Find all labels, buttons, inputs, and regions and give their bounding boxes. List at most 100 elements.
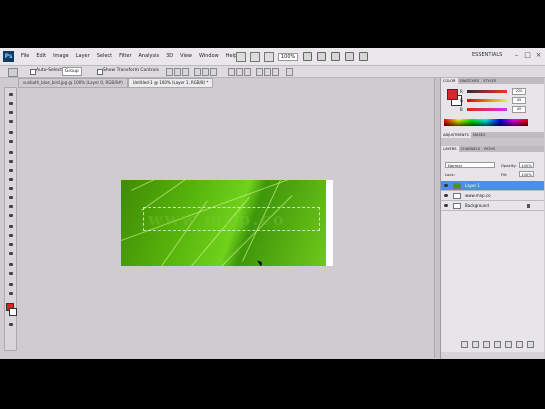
gradient-tool-icon[interactable] — [7, 194, 16, 202]
link-layers-icon[interactable] — [461, 341, 468, 348]
menu-view[interactable]: View — [180, 53, 192, 59]
green-slider[interactable] — [467, 99, 507, 102]
menu-filter[interactable]: Filter — [119, 53, 131, 59]
show-transform-label: Show Transform Controls — [103, 68, 159, 73]
tab-untitled-1[interactable]: Untitled-1 @ 100% (Layer 1, RGB/8) * — [127, 78, 214, 88]
leaf-image: www.mnp.co — [121, 180, 326, 266]
dodge-tool-icon[interactable] — [7, 212, 16, 220]
menu-select[interactable]: Select — [97, 53, 112, 59]
hand-icon[interactable] — [303, 52, 312, 61]
fill-field[interactable]: 100% — [519, 171, 534, 177]
history-brush-tool-icon[interactable] — [7, 176, 16, 184]
layer-row[interactable]: Background — [441, 201, 544, 211]
quick-selection-tool-icon[interactable] — [7, 118, 16, 126]
crop-tool-icon[interactable] — [7, 129, 16, 137]
healing-brush-tool-icon[interactable] — [7, 149, 16, 157]
color-panel: R 220 G 45 B 45 — [441, 84, 544, 132]
align-bottom-icon[interactable] — [182, 68, 189, 76]
visibility-eye-icon[interactable] — [444, 204, 448, 207]
lasso-tool-icon[interactable] — [7, 109, 16, 117]
visibility-eye-icon[interactable] — [444, 184, 448, 187]
layer-row[interactable]: www.mnp.co — [441, 191, 544, 201]
menu-edit[interactable]: Edit — [36, 53, 46, 59]
tab-adjustments[interactable]: ADJUSTMENTS — [441, 132, 471, 138]
blue-slider[interactable] — [467, 108, 507, 111]
distribute-hcenter-icon[interactable] — [264, 68, 271, 76]
quick-mask-icon[interactable] — [7, 321, 16, 329]
hand-tool-icon[interactable] — [7, 281, 16, 289]
green-value[interactable]: 45 — [512, 97, 526, 104]
bridge-icon[interactable] — [236, 52, 246, 62]
align-hcenter-icon[interactable] — [202, 68, 209, 76]
background-color-swatch[interactable] — [9, 308, 17, 316]
brush-tool-icon[interactable] — [7, 158, 16, 166]
menu-3d[interactable]: 3D — [166, 53, 173, 59]
move-tool-preset-icon[interactable] — [8, 68, 18, 77]
visibility-eye-icon[interactable] — [444, 194, 448, 197]
layer-style-icon[interactable] — [472, 341, 479, 348]
new-layer-icon[interactable] — [516, 341, 523, 348]
document-canvas[interactable]: www.mnp.co — [121, 180, 333, 266]
menu-analysis[interactable]: Analysis — [139, 53, 160, 59]
layer-mask-icon[interactable] — [483, 341, 490, 348]
auto-align-icon[interactable] — [286, 68, 293, 76]
clone-stamp-tool-icon[interactable] — [7, 167, 16, 175]
eraser-tool-icon[interactable] — [7, 185, 16, 193]
distribute-bottom-icon[interactable] — [244, 68, 251, 76]
distribute-right-icon[interactable] — [272, 68, 279, 76]
menu-window[interactable]: Window — [199, 53, 219, 59]
maximize-icon[interactable]: □ — [523, 51, 532, 60]
color-spectrum[interactable] — [444, 119, 528, 126]
opacity-field[interactable]: 100% — [519, 162, 534, 168]
menu-layer[interactable]: Layer — [76, 53, 90, 59]
pen-tool-icon[interactable] — [7, 223, 16, 231]
type-tool-icon[interactable] — [7, 232, 16, 240]
zoom-level[interactable]: 100% — [278, 53, 299, 61]
distribute-vcenter-icon[interactable] — [236, 68, 243, 76]
red-slider[interactable] — [467, 90, 507, 93]
extras-icon[interactable] — [264, 52, 274, 62]
layer-name: Layer 1 — [465, 183, 480, 188]
zoom-icon[interactable] — [317, 52, 326, 61]
blue-value[interactable]: 45 — [512, 106, 526, 113]
mini-bridge-icon[interactable] — [250, 52, 260, 62]
align-right-icon[interactable] — [210, 68, 217, 76]
align-left-icon[interactable] — [194, 68, 201, 76]
menu-bar: Ps File Edit Image Layer Select Filter A… — [0, 48, 545, 66]
arrange-documents-icon[interactable] — [345, 52, 354, 61]
auto-select-label: Auto-Select: — [36, 68, 64, 73]
auto-select-dropdown[interactable]: Group — [62, 67, 82, 76]
eyedropper-tool-icon[interactable] — [7, 138, 16, 146]
minimize-icon[interactable]: – — [512, 51, 521, 60]
marquee-tool-icon[interactable] — [7, 100, 16, 108]
color-foreground-swatch[interactable] — [447, 89, 458, 100]
delete-layer-icon[interactable] — [527, 341, 534, 348]
red-value[interactable]: 220 — [512, 88, 526, 95]
workspace-switcher[interactable]: ESSENTIALS — [472, 52, 502, 58]
tab-sunbath-blue-bird[interactable]: sunbath_blue_bird.jpg @ 100% (Layer 0, R… — [18, 78, 128, 88]
adjustment-layer-icon[interactable] — [494, 341, 501, 348]
new-group-icon[interactable] — [505, 341, 512, 348]
shape-tool-icon[interactable] — [7, 250, 16, 258]
zoom-tool-icon[interactable] — [7, 290, 16, 298]
layers-panel: Normal Opacity: 100% Lock: Fill: 100% La… — [441, 152, 544, 352]
screen-mode-icon[interactable] — [359, 52, 368, 61]
menu-file[interactable]: File — [21, 53, 29, 59]
3d-rotate-tool-icon[interactable] — [7, 261, 16, 269]
menu-image[interactable]: Image — [53, 53, 69, 59]
layer-row[interactable]: Layer 1 — [441, 181, 544, 191]
align-top-icon[interactable] — [166, 68, 173, 76]
layers-panel-footer — [461, 341, 534, 348]
blur-tool-icon[interactable] — [7, 203, 16, 211]
distribute-top-icon[interactable] — [228, 68, 235, 76]
3d-orbit-tool-icon[interactable] — [7, 270, 16, 278]
rotate-view-icon[interactable] — [331, 52, 340, 61]
move-tool-icon[interactable] — [7, 91, 16, 99]
align-vcenter-icon[interactable] — [174, 68, 181, 76]
distribute-left-icon[interactable] — [256, 68, 263, 76]
tab-masks[interactable]: MASKS — [471, 132, 487, 138]
path-selection-tool-icon[interactable] — [7, 241, 16, 249]
close-icon[interactable]: × — [534, 51, 543, 60]
document-tabs: sunbath_blue_bird.jpg @ 100% (Layer 0, R… — [18, 78, 214, 88]
blend-mode-dropdown[interactable]: Normal — [445, 162, 495, 168]
